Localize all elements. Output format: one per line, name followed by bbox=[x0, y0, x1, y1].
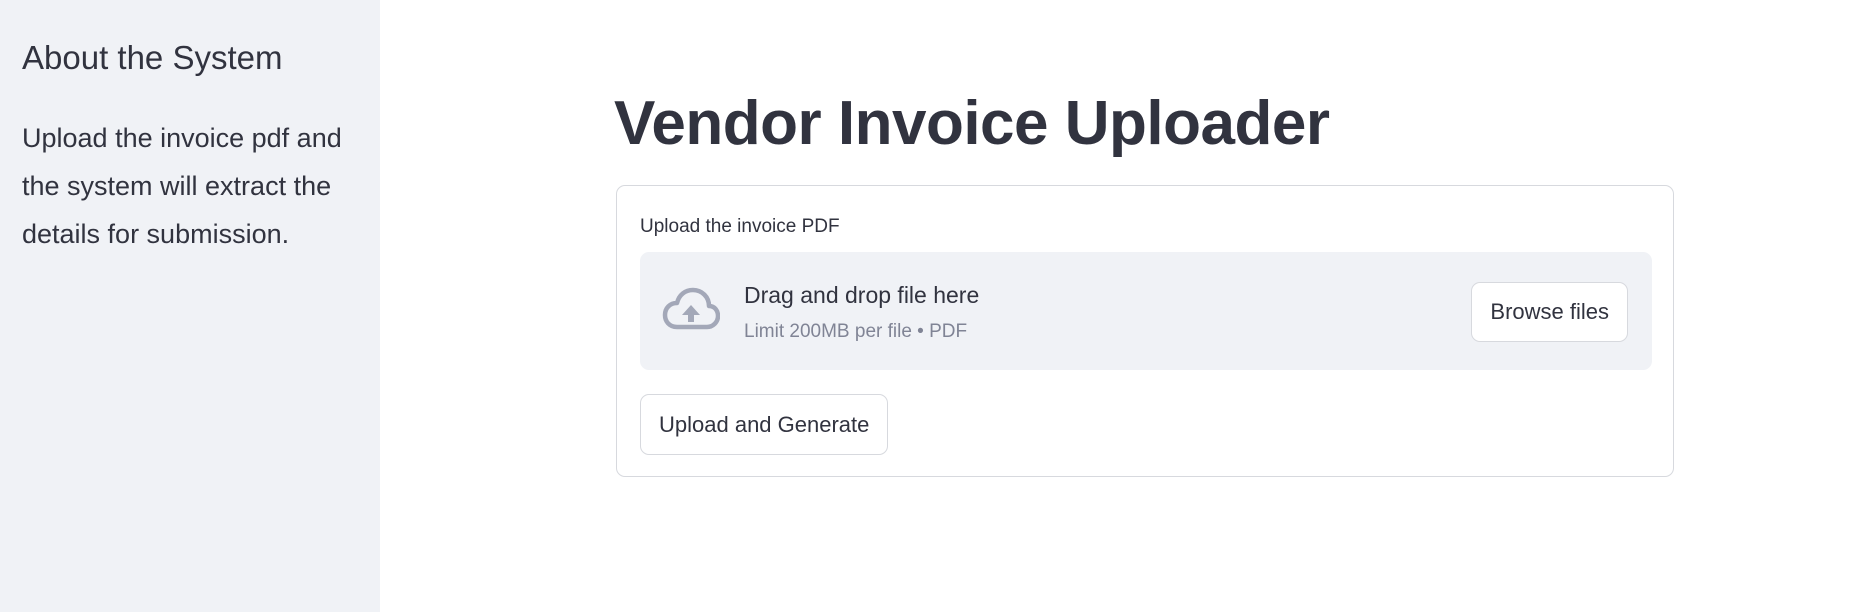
app-root: About the System Upload the invoice pdf … bbox=[0, 0, 1849, 612]
browse-files-button[interactable]: Browse files bbox=[1471, 282, 1628, 342]
upload-and-generate-button[interactable]: Upload and Generate bbox=[640, 394, 889, 455]
uploader-label: Upload the invoice PDF bbox=[640, 216, 840, 237]
page-title: Vendor Invoice Uploader bbox=[614, 89, 1330, 158]
sidebar: About the System Upload the invoice pdf … bbox=[0, 0, 380, 612]
cloud-upload-icon bbox=[662, 287, 721, 331]
main-content: Vendor Invoice Uploader Upload the invoi… bbox=[380, 0, 1849, 612]
sidebar-title: About the System bbox=[22, 39, 283, 76]
upload-form: Upload the invoice PDF Drag and drop fil… bbox=[616, 185, 1674, 477]
file-dropzone[interactable]: Drag and drop file here Limit 200MB per … bbox=[640, 252, 1652, 370]
dropzone-instructions: Drag and drop file here bbox=[744, 282, 980, 308]
sidebar-description: Upload the invoice pdf and the system wi… bbox=[22, 123, 342, 249]
dropzone-limit-text: Limit 200MB per file • PDF bbox=[744, 321, 968, 342]
